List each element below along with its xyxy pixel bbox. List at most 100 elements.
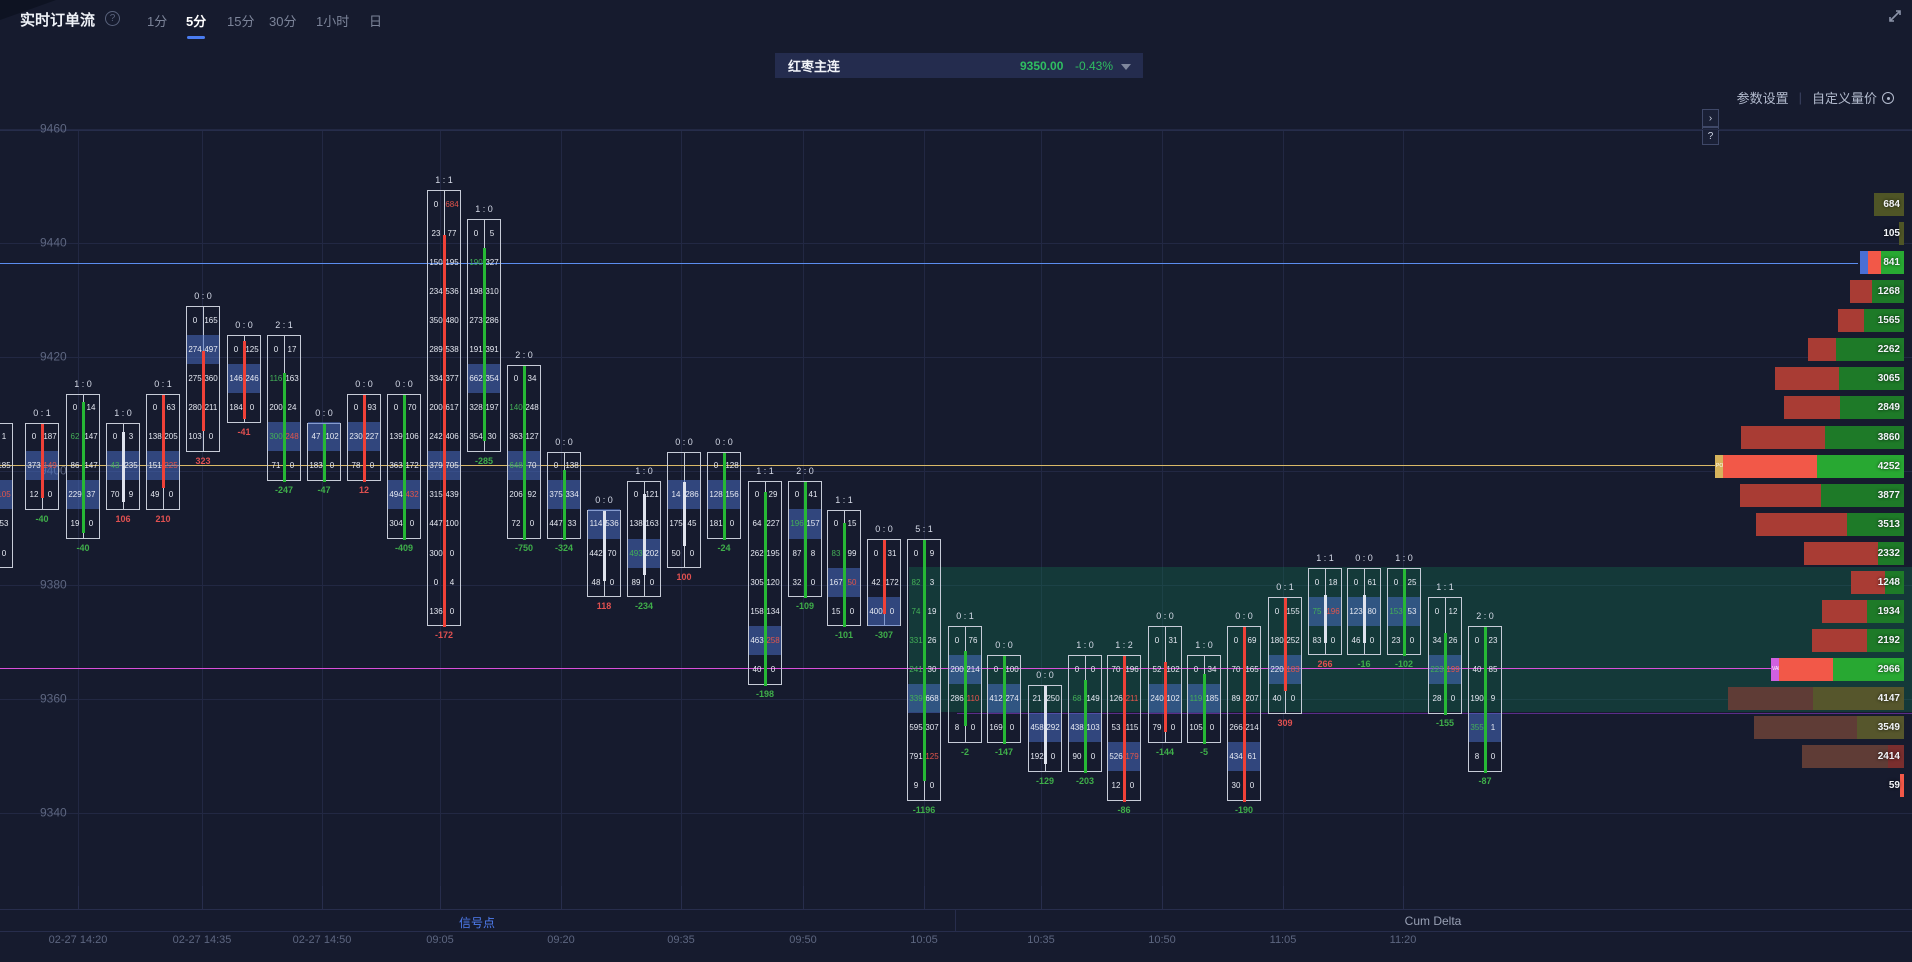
footprint-ask-value: 9	[924, 539, 940, 568]
footprint-bar[interactable]: 0519032719831027328619139166235432819735…	[467, 219, 501, 452]
footprint-bar[interactable]: 02964227262195305120158134463258400	[748, 481, 782, 685]
footprint-bar[interactable]: 01875196830	[1308, 568, 1342, 655]
footprint-bar[interactable]: 013837533444733	[547, 452, 581, 539]
footprint-bar[interactable]: 0341191851050	[1187, 655, 1221, 742]
footprint-imbalance-ratio: 0 : 0	[675, 437, 693, 447]
footprint-ask-value: 30	[484, 422, 500, 451]
footprint-ask-value: 0	[765, 655, 781, 684]
footprint-bar[interactable]: 069701658920726621443461300	[1227, 626, 1261, 801]
footprint-bar-delta: -40	[35, 514, 48, 524]
footprint-bar-delta: -147	[995, 747, 1013, 757]
footprint-delta-line-green	[764, 492, 767, 685]
footprint-ask-value: 391	[484, 335, 500, 364]
footprint-ask-value: 121	[644, 480, 660, 509]
footprint-bar-delta: -750	[515, 543, 533, 553]
profile-row-value: 2966	[1878, 658, 1900, 681]
footprint-delta-line-white	[683, 482, 686, 546]
profile-row-value: 1565	[1878, 309, 1900, 332]
footprint-bar[interactable]: 0701391063631724944323040	[387, 394, 421, 539]
footprint-ask-value: 8	[805, 539, 821, 568]
footprint-imbalance-ratio: 0 : 0	[595, 495, 613, 505]
profile-bar-segment: POC	[1715, 455, 1723, 478]
footprint-ask-value: 668	[924, 684, 940, 713]
footprint-ask-value: 17	[284, 335, 300, 364]
footprint-bar[interactable]: 02515353230	[1387, 568, 1421, 655]
footprint-bar[interactable]: 0343235709	[106, 423, 140, 510]
profile-bar-segment	[1754, 716, 1857, 739]
footprint-imbalance-ratio: 2 : 0	[796, 466, 814, 476]
footprint-bar[interactable]: 0684237715019523453635048028953833437720…	[427, 190, 461, 626]
footprint-delta-line-red	[1243, 627, 1246, 802]
footprint-bar[interactable]: 015839916750150	[827, 510, 861, 626]
footprint-bar[interactable]: 041196157878320	[788, 481, 822, 597]
footprint-ask-value: 106	[404, 422, 420, 451]
footprint-ask-value: 149	[1085, 684, 1101, 713]
footprint-imbalance-ratio: 1 : 1	[756, 466, 774, 476]
footprint-bar[interactable]: 0121138163493202890	[627, 481, 661, 597]
footprint-ask-value: 0	[1085, 742, 1101, 771]
footprint-bar[interactable]: 0341402483631276487020692720	[507, 365, 541, 540]
footprint-bar[interactable]: 1428617545500	[667, 452, 701, 568]
footprint-bid-value: 0	[268, 335, 284, 364]
footprint-bar[interactable]: 063138205151225490	[146, 394, 180, 510]
footprint-ask-value: 497	[203, 335, 219, 364]
footprint-ask-value: 0	[724, 509, 740, 538]
footprint-imbalance-ratio: 0 : 0	[395, 379, 413, 389]
price-axis-label: 9420	[40, 349, 67, 363]
footprint-ask-value: 33	[564, 509, 580, 538]
footprint-bar[interactable]: 02340851909355180	[1468, 626, 1502, 771]
footprint-imbalance-ratio: 1 : 1	[1316, 553, 1334, 563]
footprint-ask-value: 0	[644, 568, 660, 597]
footprint-ask-value: 53	[0, 509, 12, 538]
footprint-bar[interactable]: 0155180252220183400	[1268, 597, 1302, 713]
profile-bar-segment	[1850, 280, 1872, 303]
footprint-bar[interactable]: 01251462461840	[227, 335, 261, 422]
footprint-bar[interactable]: 0123426223199280	[1428, 597, 1462, 713]
footprint-ask-value: 480	[444, 306, 460, 335]
footprint-bar[interactable]: 01711616320024300248710	[267, 335, 301, 480]
footprint-ask-value: 196	[1325, 597, 1341, 626]
footprint-ask-value: 258	[765, 626, 781, 655]
footprint-ask-value: 103	[1085, 713, 1101, 742]
footprint-delta-line-green	[1484, 627, 1487, 772]
order-flow-chart[interactable]: 9460944094209400938093609340684105841126…	[0, 0, 1912, 886]
footprint-bar[interactable]: 0068149438103900	[1068, 655, 1102, 771]
profile-bar-segment	[1812, 629, 1867, 652]
footprint-ask-value: 705	[444, 451, 460, 480]
footprint-bar[interactable]: 093230227780	[347, 394, 381, 481]
footprint-bar[interactable]: 1185105530	[0, 423, 13, 568]
footprint-ask-value: 248	[284, 422, 300, 451]
footprint-bar-delta: -198	[756, 689, 774, 699]
footprint-ask-value: 77	[444, 219, 460, 248]
footprint-ask-value: 3	[924, 568, 940, 597]
footprint-bar[interactable]: 7019612621153115526179120	[1107, 655, 1141, 800]
footer-panel-separator	[955, 909, 956, 931]
footprint-bar[interactable]: 07620021428611080	[948, 626, 982, 742]
footprint-bar-delta: -324	[555, 543, 573, 553]
footprint-bar[interactable]: 03152102240102790	[1148, 626, 1182, 742]
footprint-bar[interactable]: 01652744972753602802111030	[186, 306, 220, 451]
footprint-bar[interactable]: 01281281561810	[707, 452, 741, 539]
profile-row-value: 2262	[1878, 338, 1900, 361]
footprint-bar[interactable]: 031421724000	[867, 539, 901, 626]
footprint-bar[interactable]: 212504582921920	[1028, 685, 1062, 772]
profile-bar-segment	[1741, 426, 1825, 449]
footprint-delta-line-green	[723, 453, 726, 540]
footprint-bar[interactable]: 06112380460	[1347, 568, 1381, 655]
footprint-ask-value: 0	[244, 393, 260, 422]
footprint-ask-value: 110	[965, 684, 981, 713]
footprint-bar[interactable]: 01004122741690	[987, 655, 1021, 742]
footprint-bar[interactable]: 11453644270480	[587, 510, 621, 597]
time-tick	[440, 886, 441, 909]
footprint-bar[interactable]: 014621478614722937190	[66, 394, 100, 539]
footprint-bar[interactable]: 471021830	[307, 423, 341, 481]
footprint-ask-value: 14	[83, 393, 99, 422]
time-tick	[202, 886, 203, 909]
footprint-imbalance-ratio: 0 : 1	[33, 408, 51, 418]
footprint-bid-value: 0	[1309, 568, 1325, 597]
footprint-bar[interactable]: 0187373149120	[25, 423, 59, 510]
footprint-bar[interactable]: 098237419331262413033966859530779112590	[907, 539, 941, 801]
footprint-ask-value: 147	[83, 451, 99, 480]
signal-points-label[interactable]: 信号点	[459, 914, 495, 931]
footprint-ask-value: 187	[42, 422, 58, 451]
